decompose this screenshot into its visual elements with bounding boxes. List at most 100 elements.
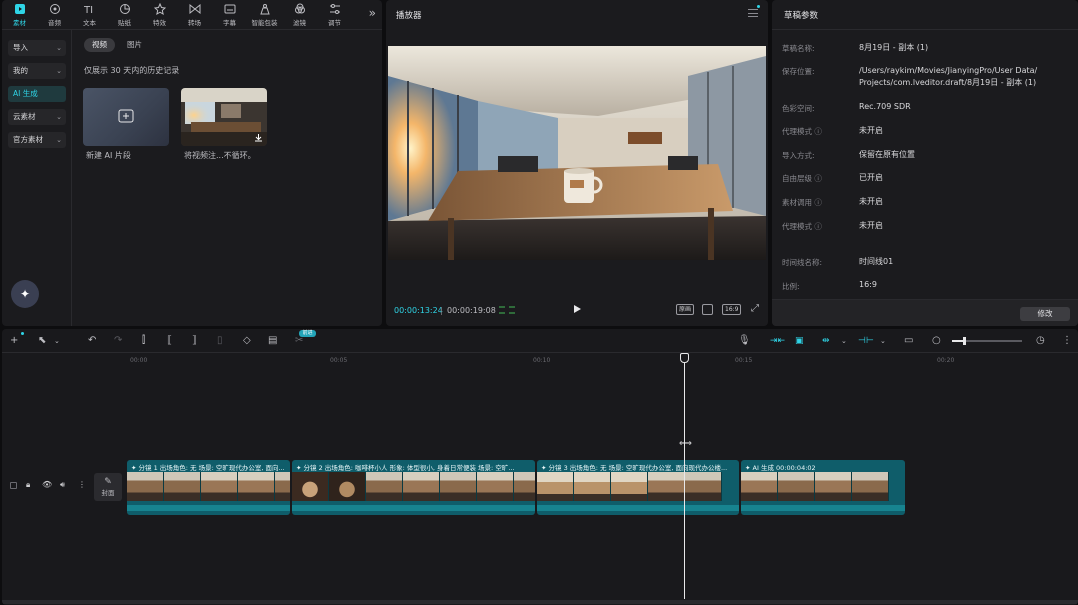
tool-sticker[interactable]: 贴纸 [113,0,136,27]
accent-dot [21,332,24,335]
caption-icon[interactable]: ▤ [268,335,277,347]
caption-track-icon[interactable]: ▭ [904,335,913,347]
tab-video[interactable]: 视频 [84,38,115,52]
more-vertical-icon[interactable]: ⋮ [1062,335,1072,347]
tool-audio[interactable]: 音频 [43,0,66,27]
split-icon[interactable]: ⫿ [142,335,145,347]
aspect-ratio-button[interactable]: 16:9 [722,304,742,315]
param-value-proxy-2: 未开启 [859,221,883,230]
chevron-down-icon[interactable]: ⌄ [880,335,886,347]
playhead-handle[interactable] [680,353,689,363]
chevron-down-icon[interactable]: ⌄ [841,335,847,347]
lock-icon[interactable]: 🔒︎ [26,480,30,490]
subtitle-icon [224,4,235,14]
playhead[interactable] [684,353,685,599]
param-label: 代理模式 ⓘ [782,222,822,231]
total-timecode: 00:00:19:08 [447,306,496,315]
svg-text:TI: TI [84,5,93,15]
notification-dot [757,5,760,8]
tool-text[interactable]: TI 文本 [78,0,101,27]
preview-axis-icon[interactable]: ⇹ [822,335,830,347]
modify-button[interactable]: 修改 [1020,307,1070,321]
new-ai-clip-caption: 新建 AI 片段 [86,151,131,160]
tool-subtitle[interactable]: 字幕 [218,0,241,27]
timeline-scrollbar[interactable] [2,600,1078,604]
tool-smart-pack[interactable]: 智能包装 [252,0,278,27]
timeline-clip[interactable]: ✦ 分镜 3 出场角色: 无 场景: 空旷现代办公室, 面向现代办公楼... [537,460,739,515]
more-tools-icon[interactable]: » [369,6,376,20]
timeline-clip[interactable]: ✦ 分镜 2 出场角色: 咖啡杯小人 形象: 体型很小, 身着日常便装 场景: … [292,460,535,515]
add-clip-icon [118,109,134,123]
marker-icon[interactable]: ◇ [243,335,251,347]
clip-audio-wave [292,505,535,511]
ai-assistant-button[interactable]: ✦ [11,280,39,308]
generated-clip-caption: 将视频注...不循环。 [184,151,256,160]
timecode-separator: | [440,306,443,315]
select-tool-icon[interactable]: ⬉ [38,335,46,347]
sidebar-item-official[interactable]: 官方素材 ⌄ [8,132,66,148]
delete-icon[interactable]: ▯ [217,335,223,347]
sidebar-item-mine[interactable]: 我的 ⌄ [8,63,66,79]
zoom-slider-handle[interactable] [963,337,966,345]
param-label: 保存位置: [782,67,815,76]
fit-screen-icon[interactable] [702,304,713,315]
tool-effects[interactable]: 特效 [148,0,171,27]
track-more-icon[interactable]: ⋮ [78,480,86,489]
adjust-icon [329,4,340,14]
microphone-icon[interactable]: 🎙 [738,335,751,347]
chevron-down-icon: ⌄ [56,136,62,144]
history-note: 仅展示 30 天内的历史记录 [84,66,180,75]
magnet-icon[interactable]: ⊣⊢ [858,335,874,347]
zoom-slider[interactable] [952,337,1022,345]
new-ai-clip-card[interactable] [83,88,169,146]
quality-original-button[interactable]: 原画 [676,304,695,315]
time-ruler[interactable]: 00:00 00:05 00:10 00:15 00:20 [2,353,1078,367]
tool-media[interactable]: 素材 [8,0,31,27]
param-value-proxy: 未开启 [859,126,883,135]
param-value-ratio: 16:9 [859,280,877,289]
cover-button[interactable]: ✎ 封面 [94,473,122,501]
generated-clip-card[interactable] [181,88,267,146]
clip-thumbnails [127,472,290,501]
timeline-clip[interactable]: ✦ 分镜 1 出场角色: 无 场景: 空旷现代办公室, 面向... [127,460,290,515]
ruler-label: 00:15 [735,357,753,364]
snap-link-icon[interactable]: ▣ [795,335,804,347]
chevron-down-icon[interactable]: ⌄ [54,335,60,347]
param-label: 色彩空间: [782,104,815,113]
draft-params-panel: 草稿参数 草稿名称: 8月19日 - 副本 (1) 保存位置: /Users/r… [772,0,1078,326]
param-label: 代理模式 ⓘ [782,127,822,136]
param-value-free-layer: 已开启 [859,173,883,182]
audio-mute-icon[interactable]: 🔊︎ [60,480,65,490]
sidebar-item-cloud[interactable]: 云素材 ⌄ [8,109,66,125]
sidebar-item-ai-generate[interactable]: AI 生成 [8,86,66,102]
redo-icon[interactable]: ↷ [114,335,122,347]
param-value-timeline-name: 时间线01 [859,257,894,266]
text-icon: TI [84,5,93,15]
clip-audio-wave [741,505,905,511]
ruler-label: 00:05 [330,357,348,364]
clock-icon[interactable]: ◷ [1036,335,1045,347]
audio-icon [49,4,60,14]
zoom-out-icon[interactable]: ○ [932,335,941,347]
tool-adjust[interactable]: 调节 [323,0,346,27]
menu-icon[interactable] [748,9,758,17]
play-button[interactable] [574,305,581,313]
snap-main-icon[interactable]: ⇥⇤ [770,335,785,347]
clip-thumbnails [537,472,739,501]
add-track-icon[interactable]: + [10,335,18,347]
fullscreen-icon[interactable]: ⤢ [751,303,759,314]
split-right-icon[interactable]: ⟧ [192,335,197,347]
tool-filter[interactable]: 滤镜 [288,0,311,27]
sidebar-item-import[interactable]: 导入 ⌄ [8,40,66,56]
split-left-icon[interactable]: ⟦ [167,335,172,347]
sticker-icon [119,4,130,14]
undo-icon[interactable]: ↶ [88,335,96,347]
waveform-meter-icon [499,306,515,314]
ruler-label: 00:20 [937,357,955,364]
tab-image[interactable]: 图片 [119,38,150,52]
eye-icon[interactable]: 👁︎ [42,480,52,489]
timeline-clip[interactable]: ✦ AI 生成 00:00:04:02 [741,460,905,515]
track-checkbox[interactable] [10,482,17,489]
video-viewer[interactable] [388,46,766,260]
tool-transition[interactable]: 转场 [183,0,206,27]
